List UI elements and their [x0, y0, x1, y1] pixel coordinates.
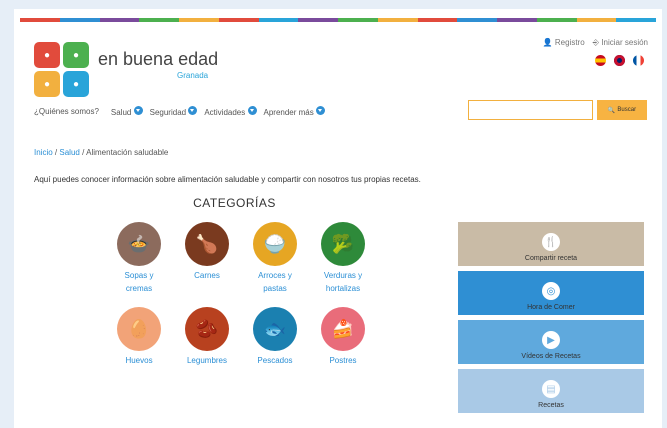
account-links: 👤 Registro ⎆ Iniciar sesión [543, 38, 648, 48]
category-label: Sopas y cremas [124, 271, 154, 293]
vegetables-icon: 🥦 [321, 222, 365, 266]
search-icon: 🔍 [607, 107, 616, 114]
logo-quadrant-blue: ● [63, 71, 89, 97]
site-logo[interactable]: ● ● ● ● [34, 42, 89, 97]
brand-subtitle: Granada [177, 71, 209, 80]
nav-label: Seguridad [149, 108, 187, 117]
stripe-segment [497, 18, 537, 22]
category-label: Huevos [125, 356, 153, 365]
chevron-down-icon [247, 106, 257, 115]
category-verduras[interactable]: 🥦 Verduras y hortalizas [308, 222, 378, 295]
page: ● ● ● ● en buena edad Granada 👤 Registro… [14, 9, 662, 428]
video-icon: ▶ [542, 331, 560, 349]
brand-name: en buena edad [98, 49, 219, 69]
register-label: Registro [554, 38, 585, 47]
category-label: Pescados [257, 356, 293, 365]
login-icon: ⎆ [592, 38, 600, 47]
spanish-flag-icon[interactable] [595, 55, 606, 66]
nav-item-salud[interactable]: Salud [111, 106, 147, 117]
stripe-segment [457, 18, 497, 22]
category-legumbres[interactable]: 🫘 Legumbres [172, 307, 242, 367]
category-label: Arroces y pastas [258, 271, 292, 293]
fish-icon: 🐟 [253, 307, 297, 351]
stripe-segment [179, 18, 219, 22]
nav-label: Salud [110, 108, 132, 117]
stripe-segment [338, 18, 378, 22]
stripe-segment [59, 18, 100, 22]
color-stripe [20, 18, 656, 22]
panel-vídeos-de-recetas[interactable]: ▶ Vídeos de Recetas [458, 320, 644, 364]
stripe-segment [576, 18, 617, 22]
category-label: Carnes [194, 271, 220, 280]
category-pescados[interactable]: 🐟 Pescados [240, 307, 310, 367]
category-postres[interactable]: 🍰 Postres [308, 307, 378, 367]
nav-about[interactable]: ¿Quiénes somos? [34, 107, 99, 116]
search-input[interactable] [468, 100, 593, 120]
breadcrumb: Inicio / Salud / Alimentación saludable [34, 148, 168, 157]
panel-label: Hora de Comer [527, 304, 575, 311]
uk-flag-icon[interactable] [614, 55, 625, 66]
breadcrumb-current: Alimentación saludable [86, 148, 169, 157]
stripe-segment [99, 18, 140, 22]
utensils-icon: 🍴 [542, 233, 560, 251]
stripe-segment [298, 18, 338, 22]
legumes-icon: 🫘 [185, 307, 229, 351]
panel-label: Recetas [538, 402, 564, 409]
panel-label: Compartir receta [524, 255, 578, 262]
french-flag-icon[interactable] [633, 55, 644, 66]
intro-text: Aquí puedes conocer información sobre al… [34, 175, 421, 184]
logo-quadrant-green: ● [63, 42, 89, 68]
plate-icon: ◎ [542, 282, 560, 300]
user-icon: 👤 [542, 38, 553, 47]
login-label: Iniciar sesión [601, 38, 648, 47]
rice-icon: 🍚 [253, 222, 297, 266]
categories-title: CATEGORÍAS [193, 196, 276, 210]
book-icon: ▤ [542, 380, 560, 398]
bowl-icon: 🍲 [117, 222, 161, 266]
login-link[interactable]: ⎆ Iniciar sesión [593, 38, 648, 48]
nav-label: Aprender más [263, 108, 314, 117]
panel-hora-de-comer[interactable]: ◎ Hora de Comer [458, 271, 644, 315]
search-button[interactable]: 🔍 Buscar [597, 100, 647, 120]
stripe-segment [377, 18, 418, 22]
egg-icon: 🥚 [117, 307, 161, 351]
nav-item-aprender[interactable]: Aprender más [264, 106, 329, 117]
category-huevos[interactable]: 🥚 Huevos [104, 307, 174, 367]
nav-item-actividades[interactable]: Actividades [204, 106, 260, 117]
stripe-segment [616, 18, 656, 22]
category-sopas[interactable]: 🍲 Sopas y cremas [104, 222, 174, 295]
panel-compartir-receta[interactable]: 🍴 Compartir receta [458, 222, 644, 266]
category-label: Legumbres [186, 356, 228, 365]
cake-icon: 🍰 [321, 307, 365, 351]
breadcrumb-home[interactable]: Inicio [34, 148, 53, 157]
breadcrumb-separator: / [82, 148, 85, 157]
panel-label: Vídeos de Recetas [521, 353, 581, 360]
category-arroces[interactable]: 🍚 Arroces y pastas [240, 222, 310, 295]
breadcrumb-salud[interactable]: Salud [59, 148, 79, 157]
category-label: Verduras y hortalizas [323, 271, 363, 293]
category-label: Postres [329, 356, 357, 365]
category-carnes[interactable]: 🍗 Carnes [172, 222, 242, 282]
stripe-segment [536, 18, 577, 22]
stripe-segment [20, 18, 60, 22]
stripe-segment [139, 18, 179, 22]
chevron-down-icon [188, 106, 198, 115]
breadcrumb-separator: / [54, 148, 58, 157]
language-selector [595, 55, 644, 66]
main-nav: ¿Quiénes somos? Salud Seguridad Activida… [34, 106, 329, 117]
panel-recetas[interactable]: ▤ Recetas [458, 369, 644, 413]
chevron-down-icon [315, 106, 325, 115]
stripe-segment [258, 18, 299, 22]
search-button-label: Buscar [617, 107, 637, 113]
chevron-down-icon [133, 106, 143, 115]
nav-label: Actividades [204, 108, 246, 117]
stripe-segment [218, 18, 259, 22]
nav-item-seguridad[interactable]: Seguridad [150, 106, 202, 117]
register-link[interactable]: 👤 Registro [543, 38, 585, 48]
logo-quadrant-orange: ● [34, 71, 60, 97]
meat-icon: 🍗 [185, 222, 229, 266]
logo-quadrant-red: ● [34, 42, 60, 68]
stripe-segment [417, 18, 458, 22]
